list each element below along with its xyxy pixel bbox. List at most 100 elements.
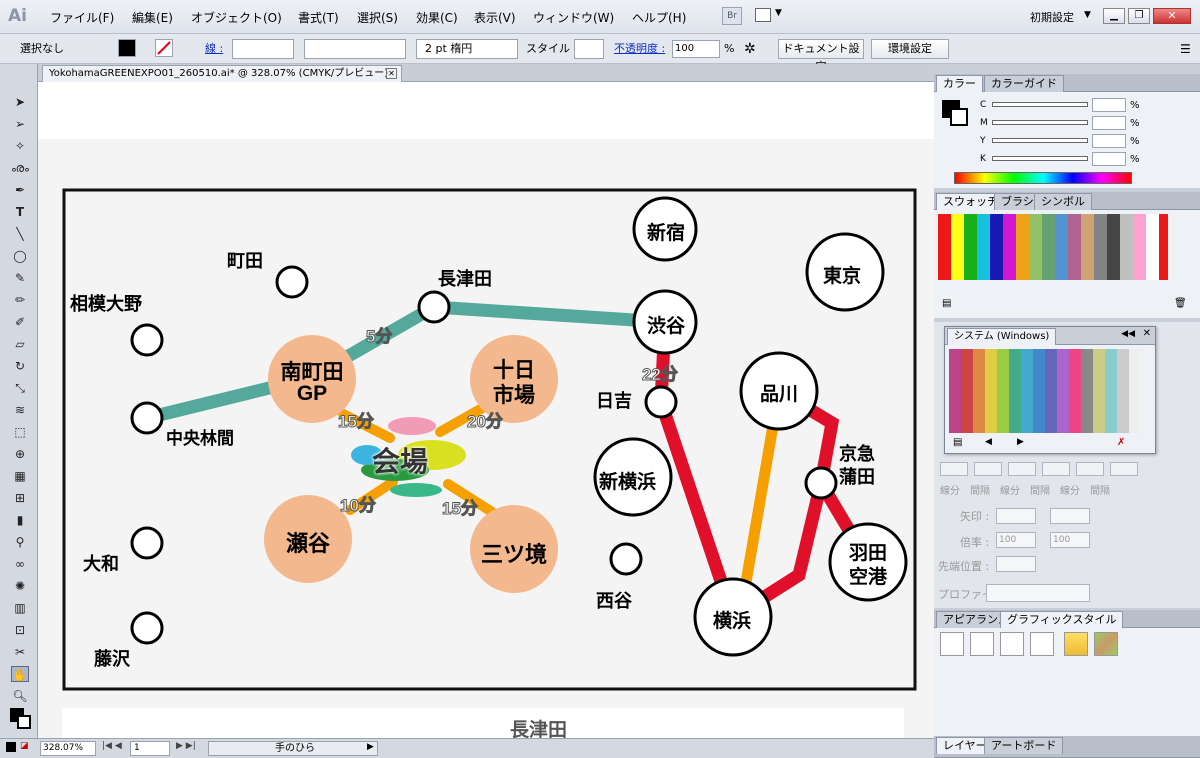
mesh-tool-icon[interactable]: ⊞ (11, 490, 29, 506)
tab-graphic-styles[interactable]: グラフィックスタイル (1000, 611, 1124, 628)
stroke-color-swatch[interactable] (155, 39, 173, 57)
stroke-weight-field[interactable] (232, 39, 294, 59)
delete-swatch-icon[interactable]: 🗑︎ (1174, 298, 1187, 309)
blob-brush-tool-icon[interactable]: ✐ (11, 314, 29, 330)
eyedropper-tool-icon[interactable]: ⚲ (11, 534, 29, 550)
arrow-end-select[interactable] (1050, 508, 1090, 524)
pencil-tool-icon[interactable]: ✏ (11, 292, 29, 308)
variable-width-profile[interactable] (304, 39, 406, 59)
style-default[interactable] (940, 632, 964, 656)
scale-tool-icon[interactable]: ⤡ (11, 380, 29, 396)
no-color-icon[interactable]: ✗ (1117, 437, 1125, 448)
recolor-icon[interactable]: ✲ (744, 40, 756, 58)
menu-window[interactable]: ウィンドウ(W) (533, 9, 614, 26)
artboard-tool-icon[interactable]: ⊡ (11, 622, 29, 638)
tab-artboards[interactable]: アートボード (984, 737, 1064, 754)
opacity-field[interactable]: 100 (672, 40, 720, 58)
zoom-tool-icon[interactable]: 🔍︎ (11, 688, 29, 704)
slice-tool-icon[interactable]: ✂ (11, 644, 29, 660)
first-artboard-icon[interactable]: |◀ ◀ (102, 741, 122, 751)
value-c[interactable] (1092, 98, 1126, 112)
menu-file[interactable]: ファイル(F) (50, 9, 114, 26)
workspace-chevron-icon[interactable]: ▼ (1084, 10, 1091, 20)
style-gold[interactable] (1064, 632, 1088, 656)
fill-color-swatch[interactable] (118, 39, 136, 57)
rotate-tool-icon[interactable]: ↻ (11, 358, 29, 374)
graphic-style-picker[interactable] (574, 39, 604, 59)
brush-definition[interactable]: 2 pt 楕円 (416, 39, 518, 59)
menu-view[interactable]: 表示(V) (474, 9, 516, 26)
workspace-switcher[interactable]: 初期設定 (1030, 9, 1074, 25)
arrange-documents-icon[interactable] (755, 8, 771, 22)
status-menu-icon[interactable]: ▶ (367, 742, 374, 752)
hand-tool-icon[interactable]: ✋ (11, 666, 29, 682)
style-texture[interactable] (1094, 632, 1118, 656)
gradient-tool-icon[interactable]: ▮ (11, 512, 29, 528)
slider-y[interactable] (992, 138, 1088, 143)
system-panel-title[interactable]: システム (Windows) (947, 328, 1057, 345)
direct-selection-tool-icon[interactable]: ➢ (11, 116, 29, 132)
selection-tool-icon[interactable]: ➤ (11, 94, 29, 110)
dash-fields[interactable] (940, 462, 1160, 478)
arrow-scale-start[interactable]: 100 (996, 532, 1036, 548)
artboard-number-field[interactable]: 1 (130, 741, 170, 756)
menu-object[interactable]: オブジェクト(O) (191, 9, 282, 26)
document-tab[interactable]: YokohamaGREENEXPO01_260510.ai* @ 328.07%… (42, 65, 402, 82)
free-transform-tool-icon[interactable]: ⬚ (11, 424, 29, 440)
close-button[interactable]: ✕ (1153, 8, 1191, 24)
minimize-button[interactable]: ▁ (1103, 8, 1125, 24)
arrow-scale-end[interactable]: 100 (1050, 532, 1090, 548)
menu-select[interactable]: 選択(S) (357, 9, 398, 26)
color-stroke-swatch[interactable] (950, 108, 968, 126)
restore-button[interactable]: ❐ (1128, 8, 1150, 24)
swatch-library-menu-icon[interactable]: ▤ (953, 437, 962, 448)
next-library-icon[interactable]: ▶ (1017, 437, 1024, 447)
zoom-field[interactable]: 328.07% (40, 741, 96, 756)
lasso-tool-icon[interactable]: ൟ (11, 160, 29, 176)
tab-color[interactable]: カラー (936, 75, 983, 92)
menu-edit[interactable]: 編集(E) (132, 9, 173, 26)
collapse-icon[interactable]: ◀◀ (1121, 329, 1135, 339)
screen-mode-icon[interactable] (6, 742, 16, 752)
document-canvas[interactable]: 町田 相模大野 長津田 中央林間 大和 藤沢 新宿 東京 渋谷 日吉 品川 新横… (38, 82, 934, 738)
document-settings-button[interactable]: ドキュメント設定 (778, 39, 864, 73)
perspective-grid-tool-icon[interactable]: ▦ (11, 468, 29, 484)
system-swatch-grid[interactable] (949, 349, 1139, 433)
slider-c[interactable] (992, 102, 1088, 107)
close-panel-icon[interactable]: ✕ (1143, 328, 1151, 339)
blend-tool-icon[interactable]: ∞ (11, 556, 29, 572)
type-tool-icon[interactable]: T (11, 204, 29, 220)
slider-m[interactable] (992, 120, 1088, 125)
symbol-sprayer-tool-icon[interactable]: ✺ (11, 578, 29, 594)
tab-symbols[interactable]: シンボル (1034, 193, 1092, 210)
menu-type[interactable]: 書式(T) (298, 9, 339, 26)
prev-library-icon[interactable]: ◀ (985, 437, 992, 447)
color-spectrum[interactable] (954, 172, 1132, 184)
profile-select[interactable] (986, 584, 1090, 602)
arrow-align-buttons[interactable] (996, 556, 1036, 572)
warp-tool-icon[interactable]: ≋ (11, 402, 29, 418)
pen-tool-icon[interactable]: ✒ (11, 182, 29, 198)
swatches-panel[interactable]: ▤ 🗑︎ (934, 210, 1200, 318)
tab-color-guide[interactable]: カラーガイド (984, 75, 1064, 92)
chevron-down-icon[interactable]: ▼ (775, 8, 782, 18)
paintbrush-tool-icon[interactable]: ✎ (11, 270, 29, 286)
menu-help[interactable]: ヘルプ(H) (632, 9, 686, 26)
slider-k[interactable] (992, 156, 1088, 161)
swatch-library-icon[interactable]: ▤ (942, 298, 951, 309)
system-swatch-panel[interactable]: システム (Windows) ◀◀ ✕ ▤ ◀ ▶ ✗ (944, 326, 1156, 454)
magic-wand-tool-icon[interactable]: ✧ (11, 138, 29, 154)
menu-effect[interactable]: 効果(C) (416, 9, 458, 26)
value-k[interactable] (1092, 152, 1126, 166)
eraser-tool-icon[interactable]: ▱ (11, 336, 29, 352)
swatch-grid[interactable] (938, 214, 1168, 280)
shape-builder-tool-icon[interactable]: ⊕ (11, 446, 29, 462)
panel-menu-icon[interactable]: ☰ (1180, 40, 1191, 58)
style-3[interactable] (1000, 632, 1024, 656)
value-m[interactable] (1092, 116, 1126, 130)
graphic-styles-panel[interactable] (934, 628, 1200, 736)
stroke-label[interactable]: 線 : (205, 40, 223, 58)
stroke-swatch[interactable] (17, 715, 31, 729)
value-y[interactable] (1092, 134, 1126, 148)
stroke-indicator-icon[interactable]: ◪ (20, 741, 29, 751)
